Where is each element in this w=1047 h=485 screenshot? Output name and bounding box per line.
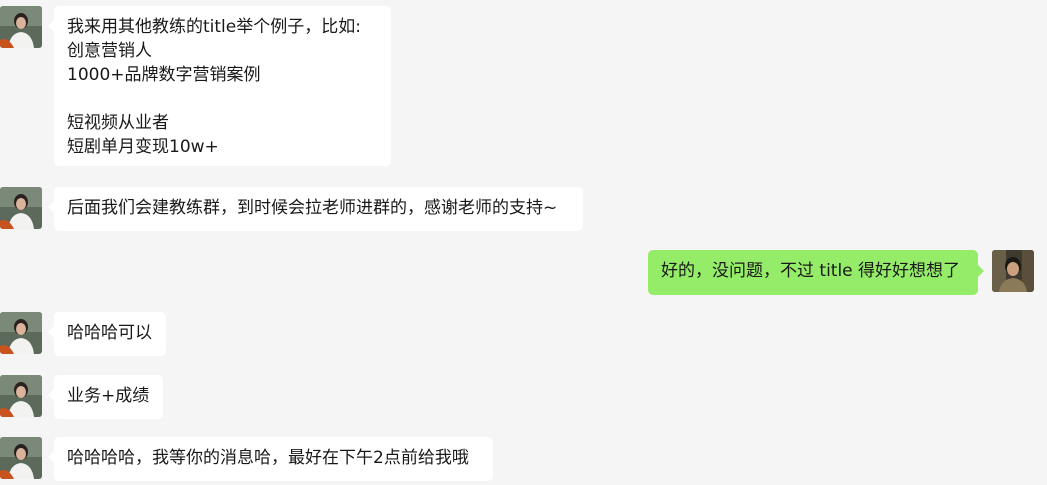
incoming-message-bubble[interactable]: 我来用其他教练的title举个例子，比如: 创意营销人 1000+品牌数字营销案… (48, 6, 391, 166)
incoming-message-bubble[interactable]: 哈哈哈哈，我等你的消息哈，最好在下午2点前给我哦 (48, 437, 493, 481)
contact-avatar[interactable] (0, 437, 42, 479)
self-avatar[interactable] (992, 250, 1034, 292)
outgoing-message-bubble[interactable]: 好的，没问题，不过 title 得好好想想了 (648, 250, 984, 295)
contact-avatar[interactable] (0, 187, 42, 229)
contact-avatar[interactable] (0, 6, 42, 48)
incoming-message-bubble[interactable]: 哈哈哈可以 (48, 312, 166, 356)
contact-avatar[interactable] (0, 375, 42, 417)
contact-avatar[interactable] (0, 312, 42, 354)
incoming-message-bubble[interactable]: 业务+成绩 (48, 375, 163, 419)
incoming-message-bubble[interactable]: 后面我们会建教练群，到时候会拉老师进群的，感谢老师的支持~ (48, 187, 583, 231)
